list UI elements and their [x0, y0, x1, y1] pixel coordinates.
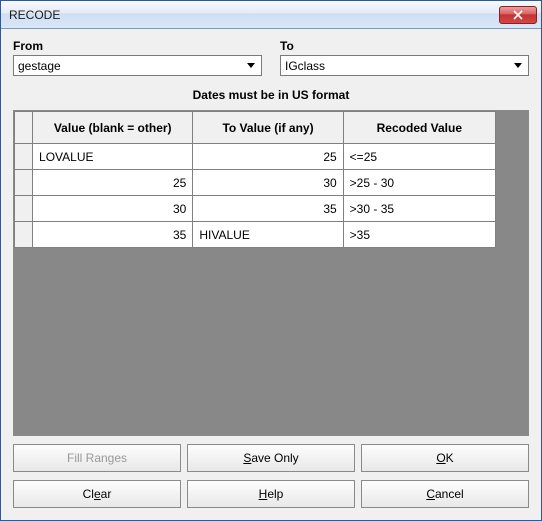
button-row-1: Fill Ranges Save Only OK — [13, 444, 529, 472]
titlebar: RECODE — [1, 1, 541, 29]
cell-value[interactable]: 35 — [33, 222, 193, 248]
to-label: To — [280, 39, 529, 53]
recode-dialog: RECODE From gestage To IGclass — [0, 0, 542, 521]
help-button[interactable]: Help — [187, 480, 355, 508]
cell-recoded[interactable]: >25 - 30 — [343, 170, 495, 196]
row-header[interactable] — [15, 222, 33, 248]
cell-to-value[interactable]: 25 — [193, 144, 343, 170]
save-only-button[interactable]: Save Only — [187, 444, 355, 472]
row-header[interactable] — [15, 196, 33, 222]
table-row: 3035>30 - 35 — [15, 196, 496, 222]
from-label: From — [13, 39, 262, 53]
row-header[interactable] — [15, 170, 33, 196]
chevron-down-icon — [243, 57, 259, 74]
cell-to-value[interactable]: HIVALUE — [193, 222, 343, 248]
button-row-2: Clear Help Cancel — [13, 480, 529, 508]
col-header-value: Value (blank = other) — [33, 112, 193, 144]
to-combo[interactable]: IGclass — [280, 55, 529, 76]
from-field: From gestage — [13, 39, 262, 76]
from-combo[interactable]: gestage — [13, 55, 262, 76]
close-button[interactable] — [499, 6, 537, 24]
table-row: 2530>25 - 30 — [15, 170, 496, 196]
to-value: IGclass — [285, 59, 510, 73]
from-value: gestage — [18, 59, 243, 73]
content-area: From gestage To IGclass Dates must — [1, 29, 541, 520]
cell-recoded[interactable]: >35 — [343, 222, 495, 248]
cell-value[interactable]: LOVALUE — [33, 144, 193, 170]
cell-to-value[interactable]: 35 — [193, 196, 343, 222]
fill-ranges-button[interactable]: Fill Ranges — [13, 444, 181, 472]
table-row: 35HIVALUE>35 — [15, 222, 496, 248]
grid-container: Value (blank = other) To Value (if any) … — [13, 110, 529, 436]
ok-button[interactable]: OK — [361, 444, 529, 472]
cell-recoded[interactable]: <=25 — [343, 144, 495, 170]
col-header-to-value: To Value (if any) — [193, 112, 343, 144]
cell-value[interactable]: 30 — [33, 196, 193, 222]
format-note: Dates must be in US format — [13, 88, 529, 102]
cell-recoded[interactable]: >30 - 35 — [343, 196, 495, 222]
to-field: To IGclass — [280, 39, 529, 76]
window-title: RECODE — [9, 8, 499, 22]
table-row: LOVALUE25<=25 — [15, 144, 496, 170]
field-row: From gestage To IGclass — [13, 39, 529, 76]
col-header-recoded: Recoded Value — [343, 112, 495, 144]
cancel-button[interactable]: Cancel — [361, 480, 529, 508]
row-header-blank — [15, 112, 33, 144]
chevron-down-icon — [510, 57, 526, 74]
close-icon — [513, 10, 523, 20]
recode-table: Value (blank = other) To Value (if any) … — [14, 111, 496, 248]
cell-value[interactable]: 25 — [33, 170, 193, 196]
clear-button[interactable]: Clear — [13, 480, 181, 508]
cell-to-value[interactable]: 30 — [193, 170, 343, 196]
row-header[interactable] — [15, 144, 33, 170]
